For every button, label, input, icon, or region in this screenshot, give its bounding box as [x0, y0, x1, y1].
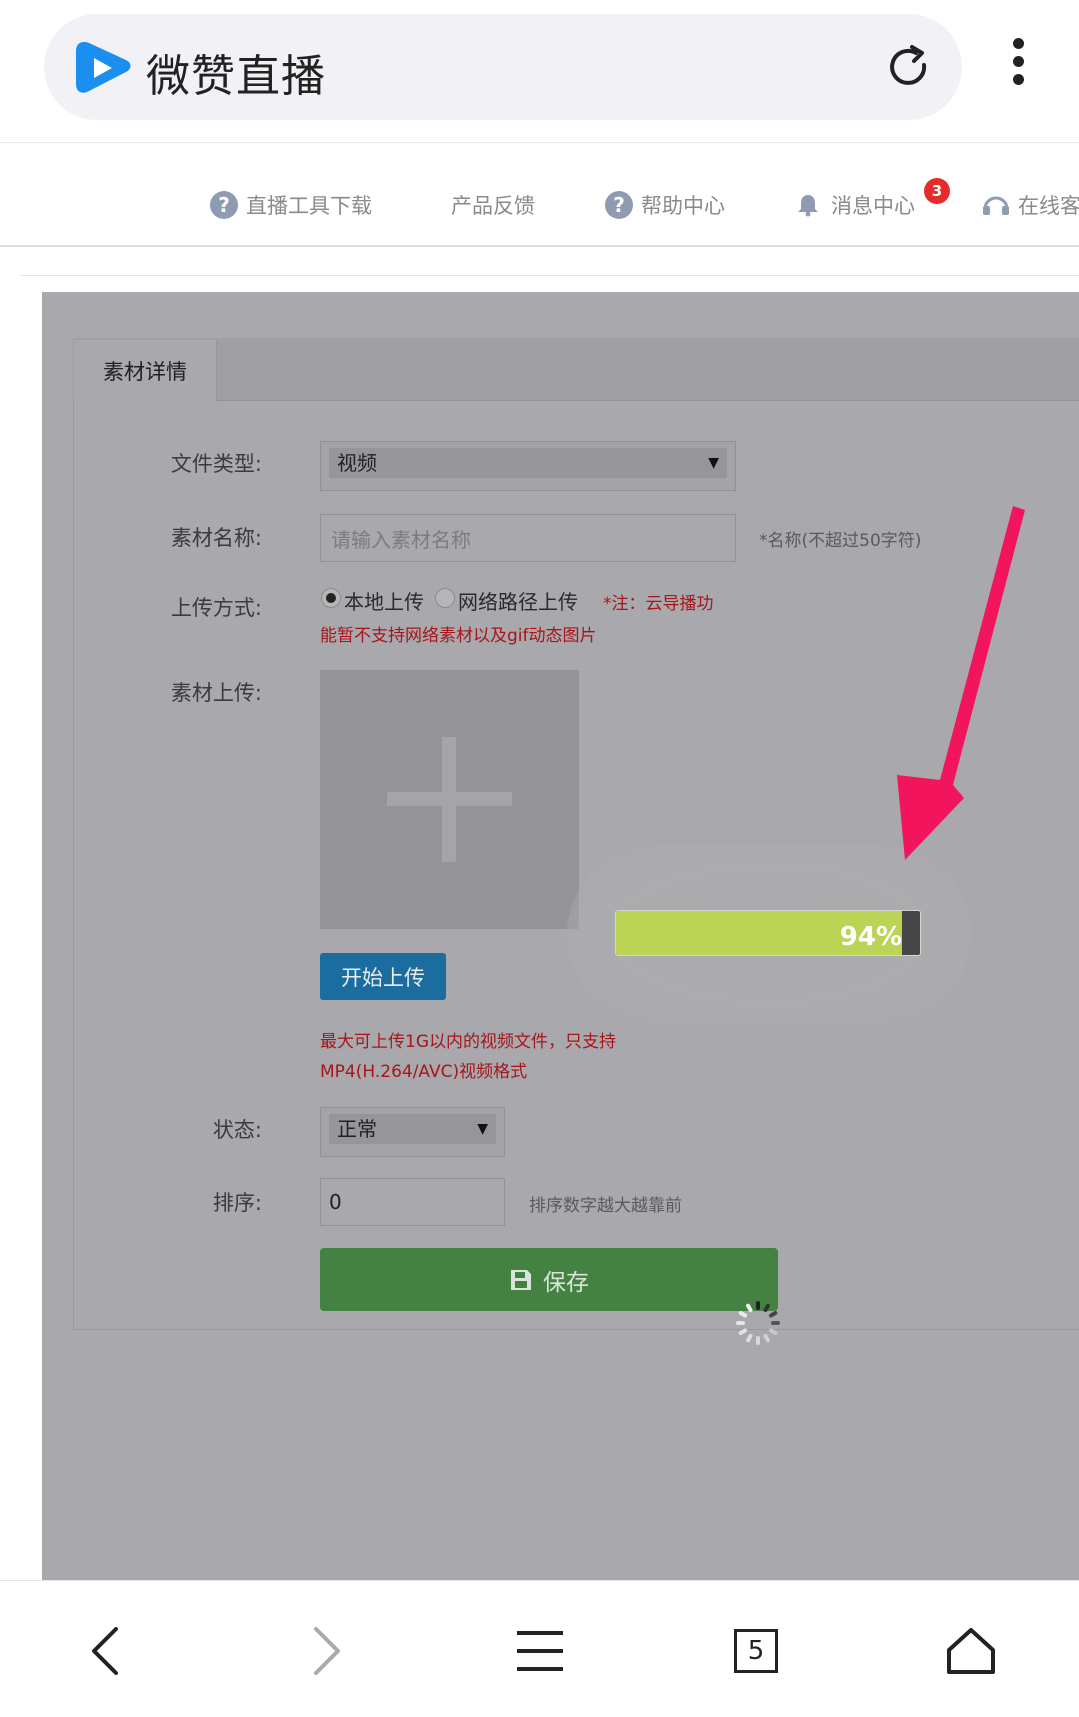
help-circle-icon: ?	[210, 191, 238, 219]
dropdown-caret-icon: ▼	[477, 1121, 488, 1137]
nav-item-online-service[interactable]: 在线客	[982, 190, 1079, 220]
radio-local-upload[interactable]	[321, 588, 341, 608]
brand-logo-icon	[76, 42, 131, 93]
divider	[20, 275, 1079, 276]
tab-material-detail[interactable]: 素材详情	[74, 340, 217, 402]
file-type-label: 文件类型:	[170, 452, 262, 476]
tabs-button[interactable]: 5	[726, 1621, 786, 1681]
sort-input[interactable]: 0	[320, 1178, 505, 1226]
divider	[0, 142, 1079, 143]
sort-label: 排序:	[212, 1191, 262, 1215]
page-title: 微赞直播	[146, 51, 326, 102]
message-count-badge: 3	[924, 178, 950, 204]
nav-label: 在线客	[1018, 194, 1079, 218]
tab-bar	[73, 338, 1079, 401]
floppy-disk-icon	[511, 1269, 531, 1290]
material-upload-label: 素材上传:	[170, 681, 262, 705]
material-name-label: 素材名称:	[170, 526, 262, 550]
status-select[interactable]: 正常 ▼	[320, 1107, 505, 1157]
material-name-input[interactable]: 请输入素材名称	[320, 514, 736, 562]
home-icon	[947, 1628, 995, 1674]
upload-limit-line2: MP4(H.264/AVC)视频格式	[320, 1062, 528, 1082]
address-bar[interactable]: 微赞直播	[44, 14, 962, 120]
sort-hint: 排序数字越大越靠前	[529, 1196, 682, 1216]
nav-label: 帮助中心	[641, 194, 725, 218]
nav-item-tool-download[interactable]: ? 直播工具下载	[210, 190, 372, 220]
radio-local-upload-label[interactable]: 本地上传	[344, 586, 424, 615]
headset-icon	[983, 196, 1009, 215]
upload-dropzone[interactable]	[320, 670, 579, 929]
annotation-arrow-icon	[897, 506, 1025, 860]
save-button[interactable]: 保存	[320, 1248, 778, 1311]
hamburger-menu-icon	[517, 1631, 563, 1671]
menu-button[interactable]	[510, 1621, 570, 1681]
note-text-line2: 能暂不支持网络素材以及gif动态图片	[320, 626, 597, 646]
status-label: 状态:	[212, 1118, 262, 1142]
chevron-right-icon	[314, 1627, 340, 1675]
nav-item-feedback[interactable]: 产品反馈	[451, 190, 535, 220]
sort-value: 0	[329, 1190, 342, 1214]
dropdown-caret-icon: ▼	[708, 455, 719, 471]
nav-item-message-center[interactable]: 消息中心	[797, 190, 915, 220]
more-menu-icon[interactable]	[1006, 38, 1030, 94]
help-circle-icon: ?	[605, 191, 633, 219]
reload-icon[interactable]	[884, 43, 932, 91]
home-button[interactable]	[941, 1621, 1001, 1681]
tab-count: 5	[734, 1629, 778, 1673]
save-button-label: 保存	[543, 1269, 589, 1296]
forward-button[interactable]	[297, 1621, 357, 1681]
divider	[0, 245, 1079, 247]
nav-label: 消息中心	[831, 194, 915, 218]
site-nav: ? 直播工具下载 产品反馈 ? 帮助中心 消息中心 在线客	[0, 176, 1079, 238]
note-text-line1: *注：云导播功	[603, 594, 714, 614]
material-name-placeholder: 请输入素材名称	[331, 527, 471, 552]
upload-method-label: 上传方式:	[170, 596, 262, 620]
start-upload-button[interactable]: 开始上传	[320, 953, 446, 1000]
radio-network-upload[interactable]	[435, 588, 455, 608]
upload-limit-line1: 最大可上传1G以内的视频文件，只支持	[320, 1032, 616, 1052]
upload-progress-bar: 94%	[615, 910, 921, 956]
file-type-select[interactable]: 视频 ▼	[320, 441, 736, 491]
nav-label: 直播工具下载	[246, 194, 372, 218]
nav-label: 产品反馈	[451, 194, 535, 218]
browser-bottom-bar: 5	[0, 1580, 1079, 1717]
radio-network-upload-label[interactable]: 网络路径上传	[458, 586, 578, 615]
plus-icon	[387, 737, 512, 862]
bell-icon	[798, 195, 818, 217]
loading-spinner-icon	[736, 1301, 780, 1345]
back-button[interactable]	[75, 1621, 135, 1681]
status-value: 正常	[337, 1117, 377, 1141]
nav-item-help-center[interactable]: ? 帮助中心	[605, 190, 725, 220]
chevron-left-icon	[92, 1627, 118, 1675]
file-type-value: 视频	[337, 451, 377, 475]
upload-progress-text: 94%	[839, 922, 902, 952]
